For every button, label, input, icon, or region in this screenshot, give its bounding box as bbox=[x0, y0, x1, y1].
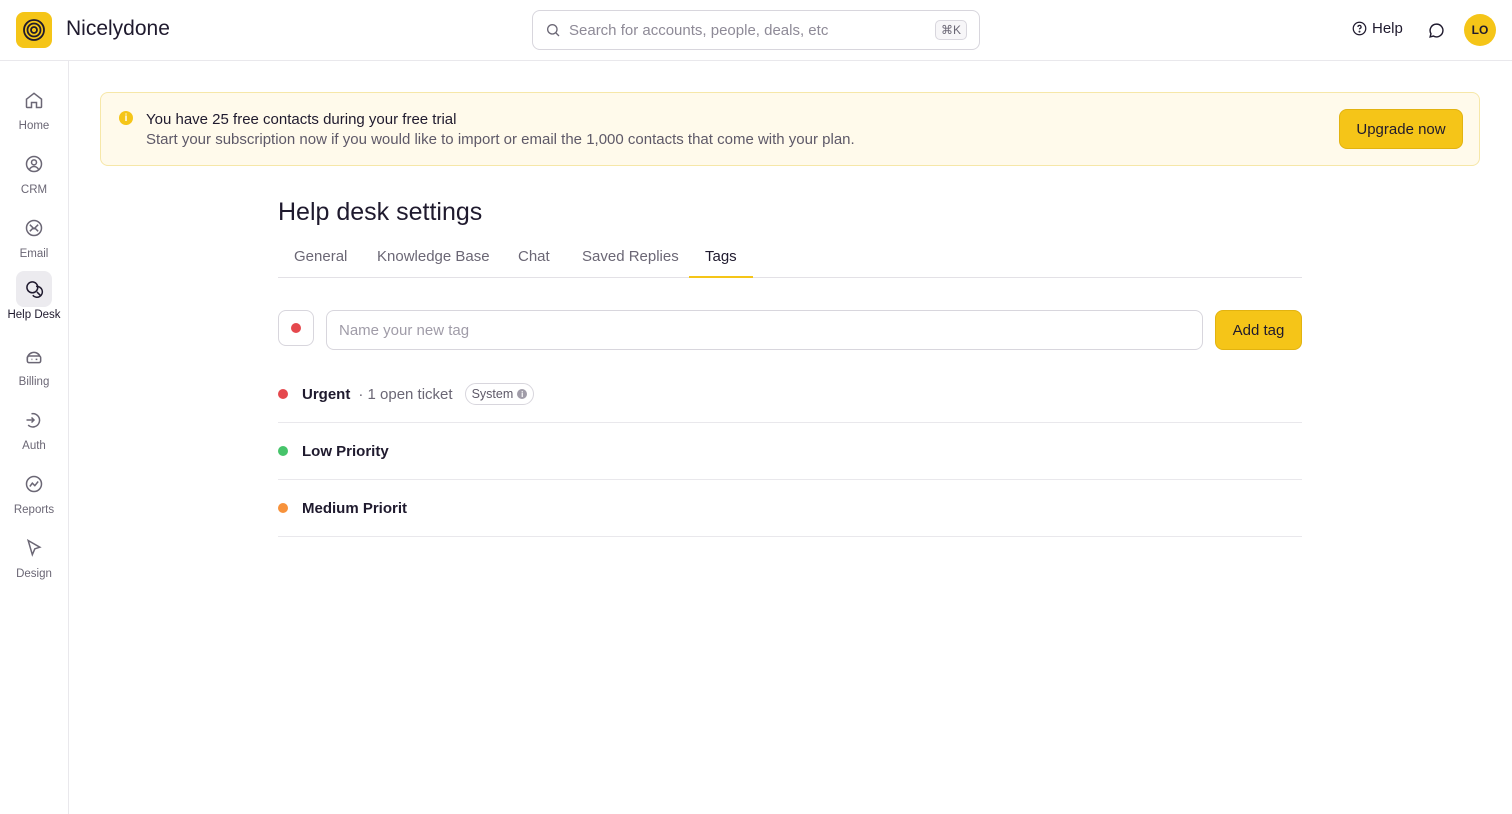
tag-color-dot bbox=[278, 446, 288, 456]
help-circle-icon bbox=[1352, 21, 1367, 36]
sidebar: Home CRM Email Help Desk Billing Auth Re… bbox=[0, 61, 69, 814]
tag-name: Medium Priorit bbox=[302, 499, 408, 517]
sidebar-item-home[interactable]: Home bbox=[0, 82, 68, 142]
selected-color-dot bbox=[291, 323, 301, 333]
banner-text: Start your subscription now if you would… bbox=[146, 131, 855, 148]
chat-bubble-icon bbox=[1428, 22, 1444, 38]
tag-row[interactable]: Low Priority bbox=[278, 423, 1302, 480]
sidebar-item-reports[interactable]: Reports bbox=[0, 466, 68, 526]
tab-general[interactable]: General bbox=[278, 240, 363, 278]
tag-row[interactable]: Medium Priorit bbox=[278, 480, 1302, 537]
global-search[interactable]: ⌘K bbox=[532, 10, 980, 50]
help-desk-icon bbox=[26, 281, 44, 298]
app-logo[interactable] bbox=[16, 12, 52, 48]
banner-title: You have 25 free contacts during your fr… bbox=[146, 111, 457, 128]
info-icon: i bbox=[119, 111, 133, 125]
sidebar-item-label: Help Desk bbox=[7, 309, 61, 321]
billing-icon bbox=[26, 351, 42, 364]
sidebar-item-label: Email bbox=[19, 248, 49, 260]
system-badge: System i bbox=[464, 383, 535, 405]
help-link[interactable]: Help bbox=[1352, 20, 1403, 37]
search-icon bbox=[547, 24, 560, 37]
tab-chat[interactable]: Chat bbox=[502, 240, 566, 278]
tag-name: Urgent bbox=[302, 385, 351, 403]
tab-knowledge-base[interactable]: Knowledge Base bbox=[361, 240, 506, 278]
top-bar: Nicelydone ⌘K Help LO bbox=[0, 0, 1512, 61]
sidebar-item-label: CRM bbox=[20, 184, 48, 196]
help-label: Help bbox=[1372, 20, 1403, 37]
sidebar-item-crm[interactable]: CRM bbox=[0, 146, 68, 206]
sidebar-item-label: Home bbox=[18, 120, 50, 132]
sidebar-item-label: Auth bbox=[22, 440, 46, 452]
trial-banner: i You have 25 free contacts during your … bbox=[100, 92, 1480, 166]
sidebar-item-label: Reports bbox=[13, 504, 55, 516]
auth-icon bbox=[26, 412, 41, 428]
reports-icon bbox=[25, 475, 43, 493]
sidebar-item-label: Billing bbox=[18, 376, 50, 388]
tag-color-dot bbox=[278, 389, 288, 399]
search-shortcut-badge: ⌘K bbox=[934, 20, 967, 40]
upgrade-now-button[interactable]: Upgrade now bbox=[1339, 109, 1463, 149]
sidebar-item-billing[interactable]: Billing bbox=[0, 338, 68, 398]
tab-saved-replies[interactable]: Saved Replies bbox=[566, 240, 695, 278]
page-title: Help desk settings bbox=[278, 198, 483, 226]
tab-tags[interactable]: Tags bbox=[689, 240, 753, 278]
tag-color-picker[interactable] bbox=[278, 310, 314, 346]
design-icon bbox=[26, 538, 42, 557]
messages-button[interactable] bbox=[1425, 19, 1447, 41]
settings-tabs: General Knowledge Base Chat Saved Replie… bbox=[278, 240, 1302, 278]
tag-row[interactable]: Urgent · 1 open ticket System i bbox=[278, 366, 1302, 423]
user-avatar[interactable]: LO bbox=[1464, 14, 1496, 46]
search-input[interactable] bbox=[569, 21, 935, 39]
new-tag-name-input[interactable] bbox=[326, 310, 1203, 350]
crm-icon bbox=[25, 155, 43, 173]
badge-label: System bbox=[471, 387, 514, 401]
add-tag-button[interactable]: Add tag bbox=[1215, 310, 1302, 350]
home-icon bbox=[25, 92, 43, 109]
sidebar-item-help-desk[interactable]: Help Desk bbox=[0, 271, 68, 331]
sidebar-item-email[interactable]: Email bbox=[0, 210, 68, 270]
info-icon[interactable]: i bbox=[517, 389, 528, 399]
sidebar-item-design[interactable]: Design bbox=[0, 530, 68, 590]
tag-name: Low Priority bbox=[302, 442, 389, 460]
tag-color-dot bbox=[278, 503, 288, 513]
tag-open-tickets: · 1 open ticket bbox=[358, 385, 453, 403]
logo-spiral-icon bbox=[23, 19, 45, 41]
email-icon bbox=[25, 219, 43, 237]
sidebar-item-auth[interactable]: Auth bbox=[0, 402, 68, 462]
sidebar-item-label: Design bbox=[16, 568, 52, 580]
app-name: Nicelydone bbox=[66, 17, 170, 40]
